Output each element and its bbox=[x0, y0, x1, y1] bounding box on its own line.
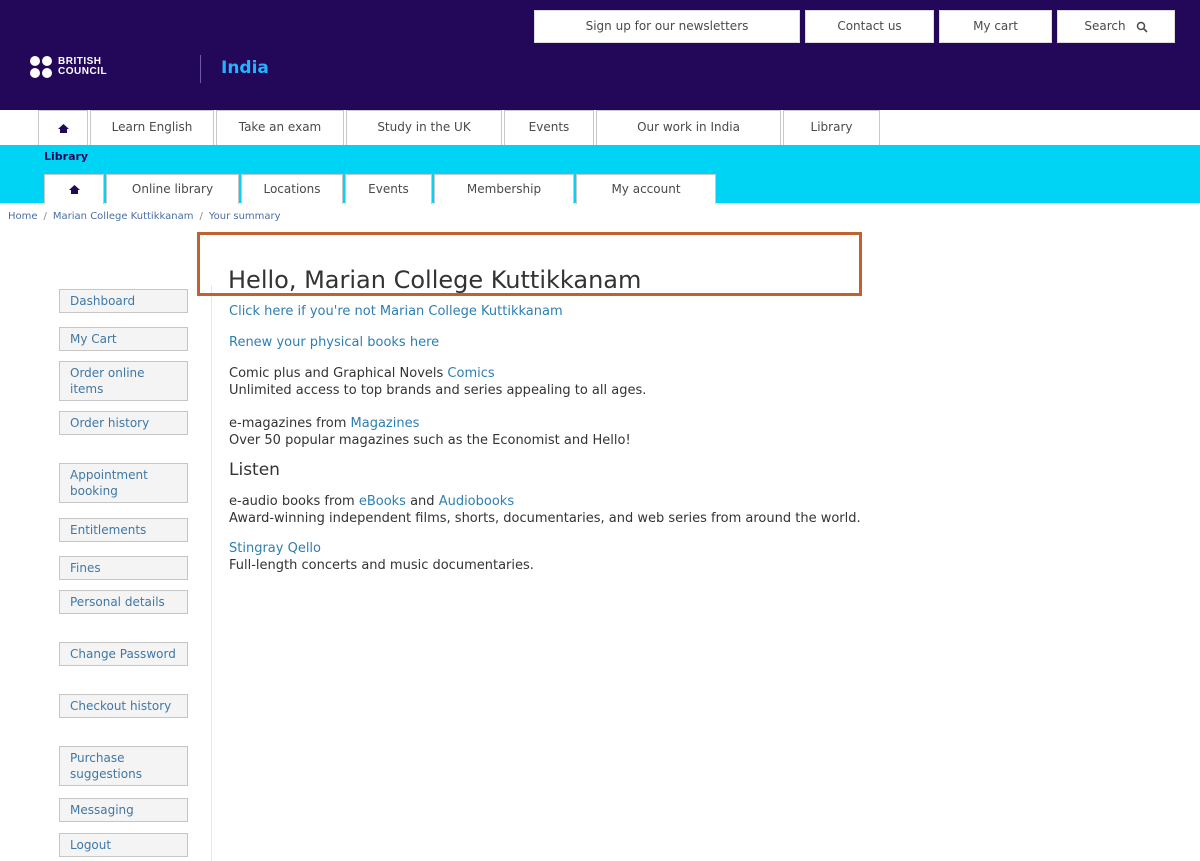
breadcrumb-college[interactable]: Marian College Kuttikkanam bbox=[53, 211, 194, 222]
logo-line-2: COUNCIL bbox=[58, 66, 108, 77]
nav-our-work[interactable]: Our work in India bbox=[596, 110, 781, 145]
logo-dots-icon bbox=[30, 56, 52, 78]
listen-heading: Listen bbox=[229, 460, 280, 480]
not-you-link[interactable]: Click here if you're not Marian College … bbox=[229, 304, 563, 319]
library-home-tab[interactable] bbox=[44, 174, 104, 204]
tab-locations[interactable]: Locations bbox=[241, 174, 343, 204]
stingray-link[interactable]: Stingray Qello bbox=[229, 541, 321, 556]
sidebar-item-appointment[interactable]: Appointment booking bbox=[59, 463, 188, 503]
magazines-link[interactable]: Magazines bbox=[351, 416, 420, 431]
sidebar-item-fines[interactable]: Fines bbox=[59, 556, 188, 580]
sidebar-item-purchase-suggestions[interactable]: Purchase suggestions bbox=[59, 746, 188, 786]
search-label: Search bbox=[1084, 19, 1126, 33]
nav-take-an-exam[interactable]: Take an exam bbox=[216, 110, 344, 145]
breadcrumb-separator: / bbox=[199, 211, 203, 222]
utility-bar: Sign up for our newsletters Contact us M… bbox=[534, 10, 1175, 43]
sidebar-divider bbox=[211, 285, 212, 861]
audio-text: e-audio books from bbox=[229, 494, 359, 509]
sidebar-item-personal-details[interactable]: Personal details bbox=[59, 590, 188, 614]
my-cart-link[interactable]: My cart bbox=[939, 10, 1052, 43]
sidebar-item-logout[interactable]: Logout bbox=[59, 833, 188, 857]
greeting-heading: Hello, Marian College Kuttikkanam bbox=[228, 266, 642, 294]
breadcrumb: Home / Marian College Kuttikkanam / Your sum… bbox=[8, 211, 281, 222]
sidebar-item-dashboard[interactable]: Dashboard bbox=[59, 289, 188, 313]
magazines-line: e-magazines from Magazines bbox=[229, 416, 419, 431]
sidebar-item-checkout-history[interactable]: Checkout history bbox=[59, 694, 188, 718]
nav-events[interactable]: Events bbox=[504, 110, 594, 145]
ebooks-link[interactable]: eBooks bbox=[359, 494, 406, 509]
tab-my-account[interactable]: My account bbox=[576, 174, 716, 204]
breadcrumb-home[interactable]: Home bbox=[8, 211, 38, 222]
comics-description: Unlimited access to top brands and serie… bbox=[229, 383, 647, 398]
tab-membership[interactable]: Membership bbox=[434, 174, 574, 204]
home-tab[interactable] bbox=[38, 110, 88, 145]
renew-books-link[interactable]: Renew your physical books here bbox=[229, 335, 439, 350]
search-button[interactable]: Search bbox=[1057, 10, 1175, 43]
logo-divider bbox=[200, 55, 201, 83]
library-nav: Online library Locations Events Membersh… bbox=[44, 174, 718, 204]
british-council-logo[interactable]: BRITISH COUNCIL bbox=[30, 56, 107, 78]
magazines-description: Over 50 popular magazines such as the Ec… bbox=[229, 433, 631, 448]
audio-line: e-audio books from eBooks and Audiobooks bbox=[229, 494, 514, 509]
tab-online-library[interactable]: Online library bbox=[106, 174, 239, 204]
breadcrumb-current: Your summary bbox=[208, 211, 281, 222]
home-icon bbox=[57, 123, 69, 133]
comics-link[interactable]: Comics bbox=[447, 366, 494, 381]
sidebar-item-order-online[interactable]: Order online items bbox=[59, 361, 188, 401]
sidebar-item-entitlements[interactable]: Entitlements bbox=[59, 518, 188, 542]
newsletter-link[interactable]: Sign up for our newsletters bbox=[534, 10, 800, 43]
library-title[interactable]: Library bbox=[44, 150, 88, 163]
nav-learn-english[interactable]: Learn English bbox=[90, 110, 214, 145]
and-text: and bbox=[405, 494, 439, 509]
comics-text: Comic plus and Graphical Novels bbox=[229, 366, 448, 381]
stingray-description: Full-length concerts and music documenta… bbox=[229, 558, 534, 573]
breadcrumb-separator: / bbox=[43, 211, 47, 222]
nav-library[interactable]: Library bbox=[783, 110, 880, 145]
comics-line: Comic plus and Graphical Novels Comics bbox=[229, 366, 495, 381]
tab-events[interactable]: Events bbox=[345, 174, 432, 204]
magazines-text: e-magazines from bbox=[229, 416, 351, 431]
contact-link[interactable]: Contact us bbox=[805, 10, 934, 43]
sidebar-item-messaging[interactable]: Messaging bbox=[59, 798, 188, 822]
audio-description: Award-winning independent films, shorts,… bbox=[229, 511, 861, 526]
country-name[interactable]: India bbox=[221, 58, 269, 78]
nav-study-in-uk[interactable]: Study in the UK bbox=[346, 110, 502, 145]
search-icon bbox=[1136, 21, 1148, 33]
audiobooks-link[interactable]: Audiobooks bbox=[439, 494, 514, 509]
main-nav: Learn English Take an exam Study in the … bbox=[38, 110, 882, 145]
sidebar-item-my-cart[interactable]: My Cart bbox=[59, 327, 188, 351]
sidebar-item-order-history[interactable]: Order history bbox=[59, 411, 188, 435]
sidebar-item-change-password[interactable]: Change Password bbox=[59, 642, 188, 666]
home-icon bbox=[68, 185, 80, 194]
